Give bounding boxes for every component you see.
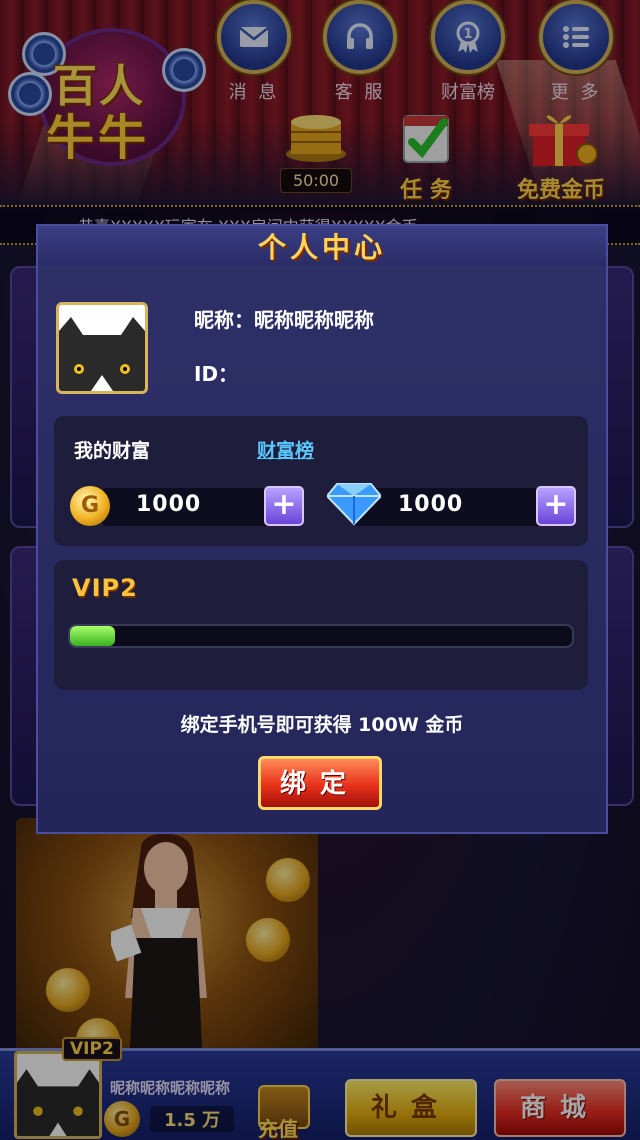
gold-coin-icon: G — [70, 486, 110, 526]
player-id-text: ID： — [194, 362, 239, 386]
player-avatar[interactable] — [56, 302, 148, 394]
vip-progress-fill — [70, 626, 116, 646]
cat-avatar-icon — [59, 305, 145, 391]
vip-progress-bar — [68, 624, 574, 648]
bind-phone-tip: 绑定手机号即可获得 100W 金币 — [180, 714, 464, 736]
add-diamond-button[interactable]: + — [536, 486, 576, 526]
wealth-ranking-link[interactable]: 财富榜 — [257, 436, 314, 463]
nickname-text: 昵称：昵称昵称昵称 — [194, 308, 374, 332]
add-gold-button[interactable]: + — [264, 486, 304, 526]
wealth-title: 我的财富 — [74, 440, 151, 462]
vip-panel: VIP2 — [54, 560, 588, 690]
personal-center-dialog: 个人中心 昵称：昵称昵称昵称 ID： 我的财富 财富榜 1000 G + 100… — [36, 224, 608, 834]
vip-level-label: VIP2 — [72, 574, 138, 602]
diamond-balance-value: 1000 — [398, 492, 464, 517]
wealth-panel: 我的财富 财富榜 1000 G + 1000 + — [54, 416, 588, 546]
bind-phone-button[interactable]: 绑定 — [258, 756, 382, 810]
diamond-icon — [327, 483, 381, 526]
diamond-balance-bar: 1000 — [354, 488, 554, 526]
dialog-title: 个人中心 — [257, 231, 386, 264]
gold-balance-value: 1000 — [136, 492, 202, 517]
